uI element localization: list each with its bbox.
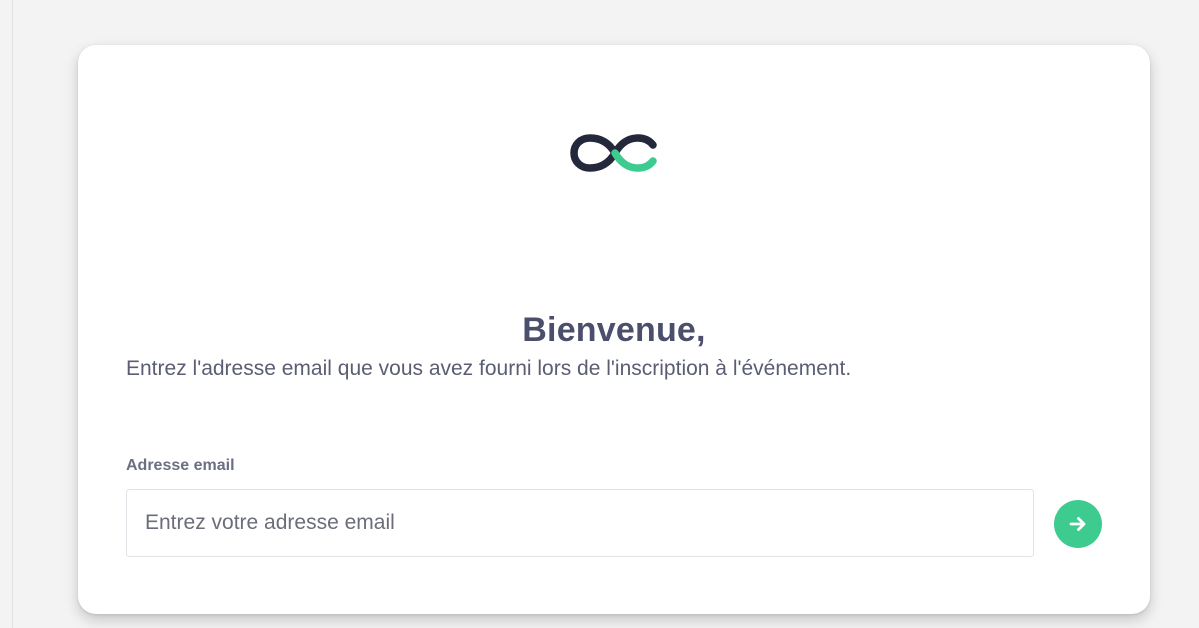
brand-logo-icon [570,131,660,175]
login-instructions: Entrez l'adresse email que vous avez fou… [126,357,852,380]
welcome-title: Bienvenue, [522,311,706,349]
page-left-divider [12,0,13,628]
login-card: Bienvenue, Entrez l'adresse email que vo… [78,45,1150,614]
email-field[interactable] [126,489,1034,557]
submit-button[interactable] [1054,500,1102,548]
arrow-right-icon [1065,511,1091,537]
email-field-label: Adresse email [126,457,235,474]
